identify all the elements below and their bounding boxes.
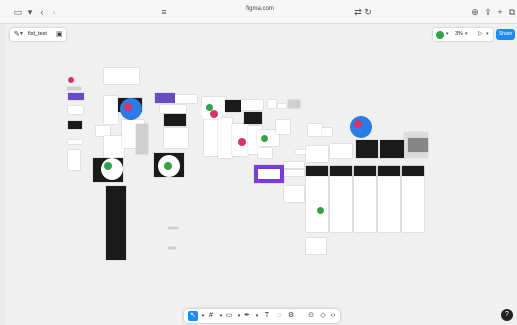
frame-thumb[interactable] [306, 146, 328, 162]
frame-thumb[interactable] [104, 68, 139, 84]
play-icon[interactable]: ▷ [478, 30, 483, 37]
frame-thumb[interactable] [276, 120, 290, 134]
frame-thumb[interactable] [225, 100, 241, 112]
frame-thumb[interactable] [284, 162, 304, 168]
frame-thumb[interactable] [278, 104, 286, 108]
frame-thumb[interactable] [67, 87, 81, 90]
avatar[interactable] [436, 31, 444, 39]
sidebar-icon[interactable]: ▭ [12, 6, 24, 18]
figma-logo-icon: ✎ [14, 31, 20, 38]
frame-thumb[interactable] [155, 93, 175, 103]
chevron-down-icon[interactable]: ▾ [446, 31, 449, 37]
file-name: fist_test [28, 31, 47, 37]
frame-thumb[interactable] [68, 106, 83, 114]
forward-icon[interactable]: › [48, 6, 60, 18]
avatar [164, 162, 172, 170]
panel-toggle-icon[interactable]: ▣ [56, 30, 63, 38]
frame-thumb[interactable] [306, 166, 328, 176]
browser-toolbar: ▭ ▾ ‹ › ≡ figma.com ⇄ ↻ ⊕ ⇪ + ⧉ [0, 0, 517, 24]
move-tool-icon[interactable]: ↖ [188, 311, 198, 321]
tabs-overview-icon[interactable]: ⧉ [506, 6, 517, 18]
address-bar[interactable]: figma.com [150, 5, 370, 19]
pen-tool-icon[interactable]: ✒ [242, 311, 252, 321]
frame-thumb[interactable] [258, 148, 272, 158]
frame-thumb[interactable] [306, 238, 326, 254]
share-icon[interactable]: ⇪ [482, 6, 494, 18]
comment-tool-icon[interactable]: ◌ [274, 311, 284, 321]
file-menu[interactable]: ✎ ▾ fist_test ▣ [10, 28, 66, 41]
frame-thumb[interactable] [164, 114, 186, 126]
presence-cursor [350, 116, 372, 138]
frame-thumb[interactable] [96, 126, 110, 136]
frame-thumb[interactable] [68, 121, 82, 129]
frame-thumb[interactable] [104, 96, 118, 124]
back-icon[interactable]: ‹ [36, 6, 48, 18]
avatar [210, 110, 218, 118]
frame-thumb[interactable] [168, 247, 176, 249]
collab-toolbar: ▾ 3% ▾ ▷ ▾ [433, 28, 493, 41]
frame-thumb[interactable] [378, 166, 400, 176]
new-tab-icon[interactable]: + [494, 6, 506, 18]
frame-thumb[interactable] [168, 227, 178, 229]
frame-thumb[interactable] [330, 144, 352, 158]
frame-thumb[interactable] [160, 105, 186, 113]
avatar [124, 103, 132, 111]
chevron-down-icon[interactable]: ▾ [252, 311, 262, 321]
frame-thumb[interactable] [354, 166, 376, 176]
avatar [206, 104, 213, 111]
actions-icon[interactable]: ⚙ [286, 311, 296, 321]
url-text: figma.com [246, 6, 274, 12]
frame-thumb[interactable] [284, 170, 304, 176]
frame-thumb[interactable] [330, 166, 352, 176]
help-button[interactable]: ? [501, 309, 513, 321]
avatar [238, 138, 246, 146]
avatar [104, 162, 112, 170]
frame-thumb[interactable] [218, 118, 232, 158]
code-icon[interactable]: ‹› [328, 311, 338, 321]
frame-thumb[interactable] [175, 95, 197, 103]
presence-cursor [101, 158, 123, 180]
frame-thumb[interactable] [288, 100, 300, 108]
share-button[interactable]: Share [496, 29, 515, 40]
frame-thumb[interactable] [164, 128, 188, 148]
frame-thumb[interactable] [268, 100, 276, 108]
tool-toolbar: ↖ ▾ # ▾ ▭ ▾ ✒ ▾ T ◌ ⚙ ⊙ ◇ ‹› [184, 309, 340, 323]
frame-thumb[interactable] [106, 186, 126, 260]
frame-thumb[interactable] [68, 140, 82, 144]
rectangle-tool-icon[interactable]: ▭ [224, 311, 234, 321]
text-tool-icon[interactable]: T [262, 311, 272, 321]
frame-thumb[interactable] [104, 136, 124, 158]
frame-thumb[interactable] [244, 112, 262, 124]
chevron-down-icon[interactable]: ▾ [24, 6, 36, 18]
avatar [261, 135, 268, 142]
frame-thumb[interactable] [136, 124, 148, 154]
chevron-down-icon[interactable]: ▾ [465, 31, 468, 37]
avatar [354, 120, 362, 128]
frame-thumb[interactable] [68, 93, 84, 100]
download-icon[interactable]: ⊕ [469, 6, 481, 18]
zoom-level[interactable]: 3% [455, 31, 463, 37]
frame-thumb[interactable] [308, 124, 322, 136]
avatar [317, 207, 324, 214]
component-icon[interactable]: ◇ [318, 311, 328, 321]
frame-thumb[interactable] [68, 150, 80, 170]
frame-tool-icon[interactable]: # [206, 311, 216, 321]
reload-icon[interactable]: ↻ [362, 6, 374, 18]
chevron-down-icon[interactable]: ▾ [486, 31, 489, 37]
frame-thumb[interactable] [284, 186, 304, 202]
frame-thumb[interactable] [68, 77, 74, 83]
frame-thumb[interactable] [258, 169, 280, 179]
frame-thumb[interactable] [241, 100, 263, 110]
chevron-down-icon: ▾ [20, 31, 24, 37]
frame-thumb[interactable] [404, 132, 428, 158]
dev-mode-icon[interactable]: ⊙ [306, 311, 316, 321]
frame-thumb[interactable] [402, 166, 424, 176]
frame-thumb[interactable] [380, 140, 404, 158]
frame-thumb[interactable] [356, 140, 378, 158]
frame-thumb[interactable] [322, 128, 332, 136]
